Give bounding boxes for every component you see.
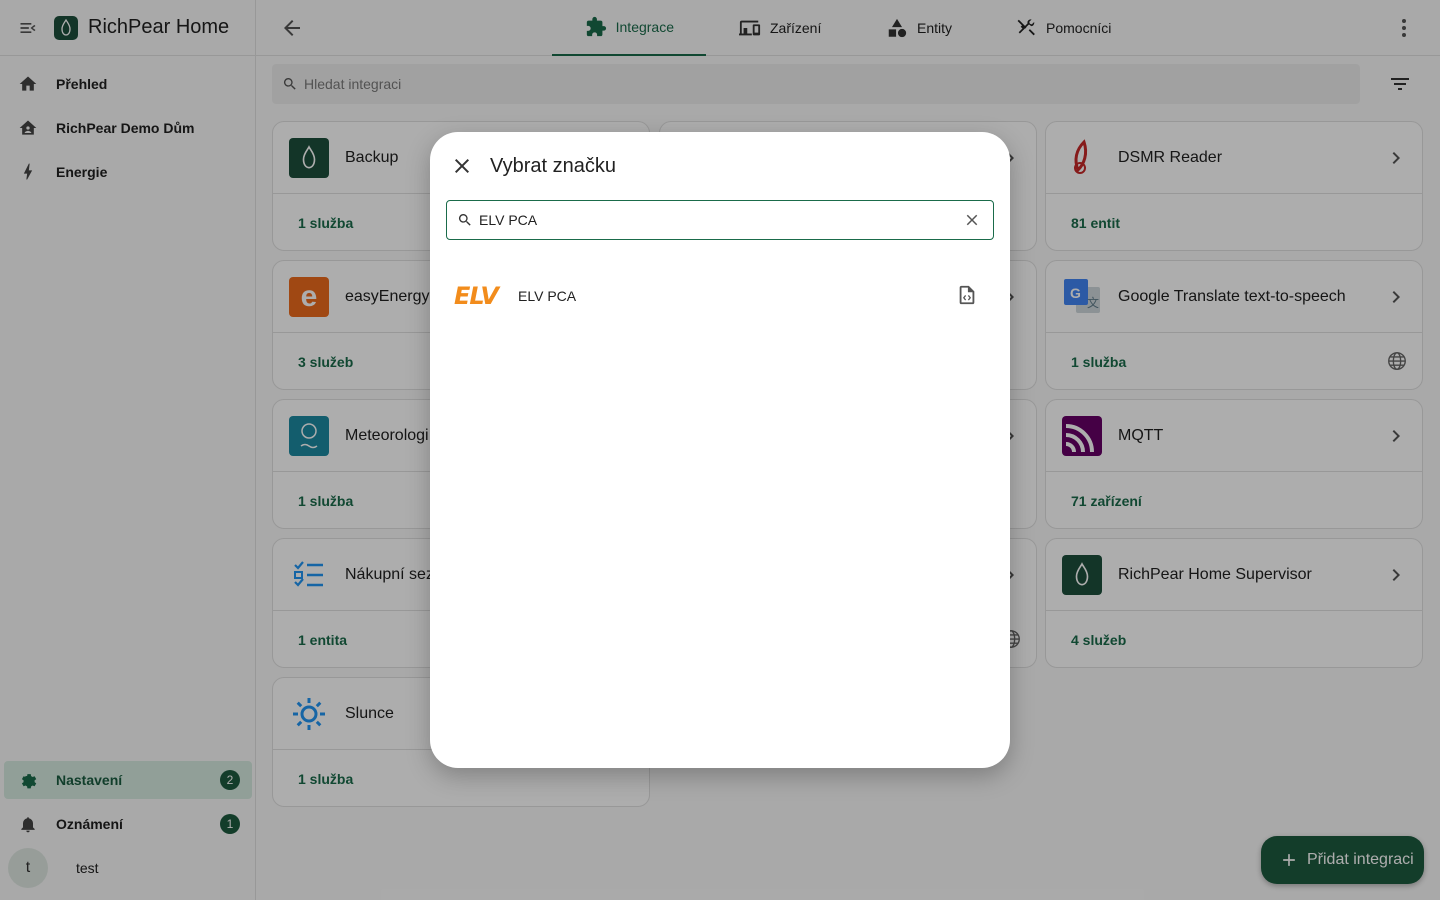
search-icon <box>457 212 473 228</box>
file-code-icon <box>956 284 978 306</box>
brand-result-item[interactable]: ELV ELV PCA <box>446 272 994 320</box>
select-brand-dialog: Vybrat značku ELV PCA ELV ELV PCA <box>430 132 1010 768</box>
brand-search-input[interactable]: ELV PCA <box>446 200 994 240</box>
elv-logo: ELV <box>454 282 499 310</box>
brand-search-value: ELV PCA <box>479 212 538 228</box>
close-icon[interactable] <box>450 154 474 178</box>
dialog-title: Vybrat značku <box>490 155 616 177</box>
brand-result-name: ELV PCA <box>518 288 577 304</box>
clear-icon[interactable] <box>963 211 981 229</box>
